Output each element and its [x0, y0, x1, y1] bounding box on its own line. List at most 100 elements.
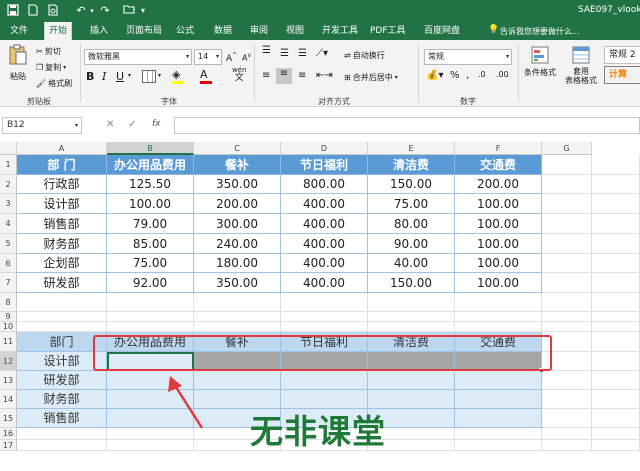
- undo-dropdown-icon[interactable]: ▾: [88, 4, 96, 18]
- grid-cell[interactable]: [368, 293, 455, 312]
- table2-value-cell[interactable]: [281, 390, 368, 409]
- row-header-14[interactable]: 14: [0, 390, 17, 409]
- underline-dropdown-icon[interactable]: ▾: [128, 72, 131, 79]
- bold-button[interactable]: B: [86, 70, 94, 83]
- row-header-13[interactable]: 13: [0, 371, 17, 390]
- grid-cell[interactable]: [542, 194, 592, 214]
- table1-value-cell[interactable]: 240.00: [194, 234, 281, 254]
- table2-value-cell[interactable]: [281, 371, 368, 390]
- column-header-d[interactable]: D: [281, 142, 368, 155]
- format-as-table-button[interactable]: 套用 表格格式: [562, 46, 600, 85]
- grid-cell[interactable]: [542, 155, 592, 175]
- row-header-6[interactable]: 6: [0, 254, 17, 273]
- number-format-select[interactable]: 常规 ▾: [424, 49, 512, 65]
- table1-value-cell[interactable]: 79.00: [107, 214, 194, 234]
- tab-file[interactable]: 文件: [6, 22, 32, 40]
- save-icon[interactable]: [6, 4, 20, 18]
- cut-button[interactable]: ✂ 剪切: [36, 46, 61, 57]
- grid-cell[interactable]: [592, 332, 640, 352]
- grid-cell[interactable]: [542, 440, 592, 451]
- table1-value-cell[interactable]: 100.00: [455, 254, 542, 273]
- table1-header-3[interactable]: 节日福利: [281, 155, 368, 175]
- column-header-g[interactable]: G: [542, 142, 592, 155]
- style-calc[interactable]: 计算: [604, 66, 640, 84]
- table1-value-cell[interactable]: 100.00: [107, 194, 194, 214]
- align-top-icon[interactable]: ☰: [262, 46, 271, 56]
- grid-cell[interactable]: [542, 312, 592, 322]
- table1-value-cell[interactable]: 80.00: [368, 214, 455, 234]
- format-painter-button[interactable]: 🖌 格式刷: [36, 78, 72, 89]
- borders-icon[interactable]: [142, 70, 156, 83]
- orientation-icon[interactable]: ⟋▾: [316, 48, 328, 59]
- tab-baidu-netdisk[interactable]: 百度网盘: [420, 22, 464, 40]
- grid-cell[interactable]: [592, 371, 640, 390]
- table1-value-cell[interactable]: 200.00: [455, 175, 542, 194]
- table2-value-cell[interactable]: [455, 409, 542, 428]
- row-header-7[interactable]: 7: [0, 273, 17, 293]
- table1-dept-cell[interactable]: 设计部: [17, 194, 107, 214]
- decrease-decimal-icon[interactable]: .00: [496, 70, 509, 79]
- new-file-icon[interactable]: [26, 4, 40, 18]
- table1-value-cell[interactable]: 400.00: [281, 194, 368, 214]
- table1-value-cell[interactable]: 200.00: [194, 194, 281, 214]
- table1-header-4[interactable]: 清洁费: [368, 155, 455, 175]
- grid-cell[interactable]: [455, 322, 542, 332]
- row-header-17[interactable]: 17: [0, 440, 17, 451]
- table2-value-cell[interactable]: [368, 390, 455, 409]
- table1-value-cell[interactable]: 90.00: [368, 234, 455, 254]
- grid-cell[interactable]: [592, 312, 640, 322]
- grid-cell[interactable]: [455, 428, 542, 440]
- wrap-text-button[interactable]: ⇌ 自动换行: [344, 50, 385, 61]
- grid-cell[interactable]: [368, 322, 455, 332]
- row-header-5[interactable]: 5: [0, 234, 17, 254]
- table1-value-cell[interactable]: 100.00: [455, 194, 542, 214]
- tab-home[interactable]: 开始: [44, 22, 73, 40]
- borders-dropdown-icon[interactable]: ▾: [158, 72, 161, 79]
- grid-cell[interactable]: [194, 322, 281, 332]
- italic-button[interactable]: I: [102, 70, 106, 83]
- grid-cell[interactable]: [455, 312, 542, 322]
- grid-cell[interactable]: [542, 214, 592, 234]
- grid-cell[interactable]: [281, 312, 368, 322]
- column-header-b[interactable]: B: [107, 142, 194, 155]
- tab-pdf-tools[interactable]: PDF工具: [366, 22, 410, 40]
- decrease-font-icon[interactable]: Av: [242, 52, 251, 63]
- grid-cell[interactable]: [107, 312, 194, 322]
- grid-cell[interactable]: [281, 322, 368, 332]
- table1-value-cell[interactable]: 100.00: [455, 214, 542, 234]
- grid-cell[interactable]: [542, 390, 592, 409]
- grid-cell[interactable]: [592, 390, 640, 409]
- tab-developer[interactable]: 开发工具: [318, 22, 362, 40]
- table1-value-cell[interactable]: 150.00: [368, 273, 455, 293]
- column-header-c[interactable]: C: [194, 142, 281, 155]
- grid-cell[interactable]: [592, 214, 640, 234]
- grid-cell[interactable]: [542, 175, 592, 194]
- underline-button[interactable]: U: [116, 70, 124, 83]
- grid-cell[interactable]: [17, 322, 107, 332]
- grid-cell[interactable]: [17, 312, 107, 322]
- grid-cell[interactable]: [368, 312, 455, 322]
- tell-me-search[interactable]: 告诉我您想要做什么...: [500, 26, 580, 37]
- table1-value-cell[interactable]: 400.00: [281, 214, 368, 234]
- table1-value-cell[interactable]: 800.00: [281, 175, 368, 194]
- table1-value-cell[interactable]: 350.00: [194, 175, 281, 194]
- redo-icon[interactable]: ↷: [98, 4, 112, 18]
- row-header-10[interactable]: 10: [0, 322, 17, 332]
- grid-cell[interactable]: [592, 273, 640, 293]
- table2-dept-cell[interactable]: 研发部: [17, 371, 107, 390]
- grid-cell[interactable]: [281, 293, 368, 312]
- table1-header-2[interactable]: 餐补: [194, 155, 281, 175]
- table2-value-cell[interactable]: [455, 371, 542, 390]
- table1-dept-cell[interactable]: 企划部: [17, 254, 107, 273]
- select-all-corner[interactable]: [0, 142, 17, 155]
- table1-dept-cell[interactable]: 研发部: [17, 273, 107, 293]
- copy-button[interactable]: ❐ 复制 ▾: [36, 62, 66, 73]
- grid-cell[interactable]: [592, 175, 640, 194]
- grid-cell[interactable]: [542, 371, 592, 390]
- row-header-11[interactable]: 11: [0, 332, 17, 352]
- tab-page-layout[interactable]: 页面布局: [122, 22, 166, 40]
- align-center-icon[interactable]: ≡: [276, 68, 292, 84]
- table1-value-cell[interactable]: 75.00: [368, 194, 455, 214]
- grid-cell[interactable]: [592, 155, 640, 175]
- grid-cell[interactable]: [17, 293, 107, 312]
